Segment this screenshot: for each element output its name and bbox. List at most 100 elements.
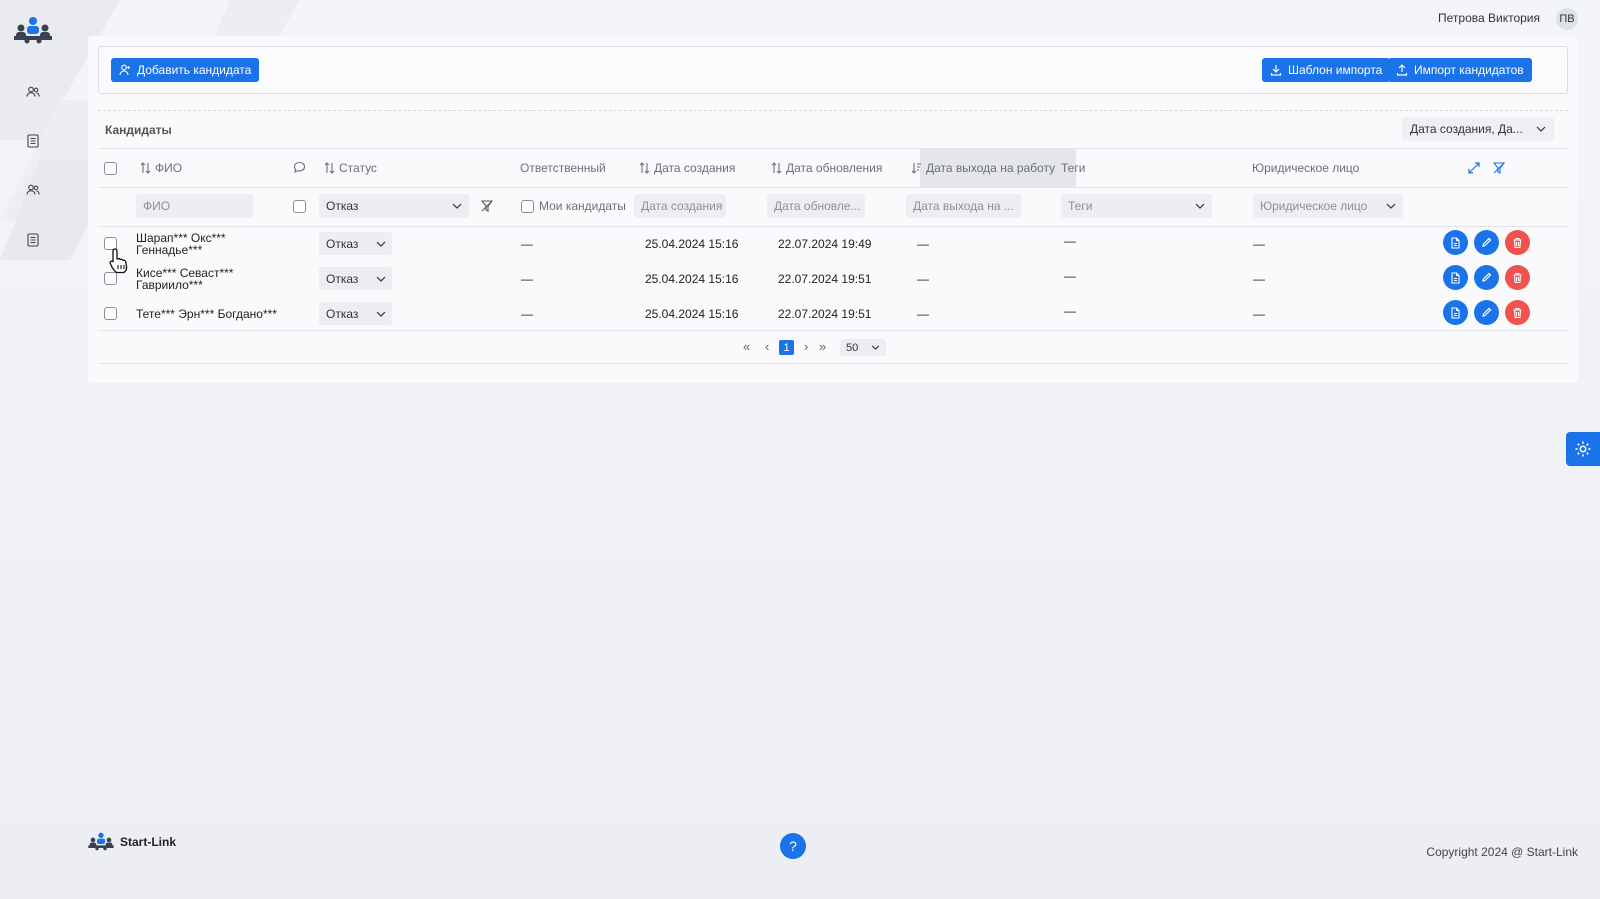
column-header-created[interactable]: Дата создания [639,160,735,176]
open-resume-button[interactable] [1443,230,1468,255]
candidate-name-line1[interactable]: Тете*** Эрн*** Богдано*** [136,308,277,320]
trash-icon [1513,237,1522,248]
chevron-down-icon [1386,203,1396,209]
legal-entity-filter-placeholder: Юридическое лицо [1260,199,1368,213]
row-checkbox[interactable] [104,307,117,320]
settings-button[interactable] [1566,432,1600,466]
current-page[interactable]: 1 [779,340,794,355]
chevron-down-icon [376,311,386,317]
edit-pencil-icon [1482,307,1492,317]
edit-pencil-icon [1482,237,1492,247]
document-icon[interactable] [23,131,43,151]
column-header-start-date-label: Дата выхода на работу [926,161,1056,175]
users-icon[interactable] [23,180,43,200]
row-responsible: — [521,307,533,321]
page-size-value: 50 [846,341,859,354]
row-start-date: — [917,237,929,251]
row-legal-entity: — [1253,307,1265,321]
row-status-select[interactable]: Отказ [319,232,392,255]
tags-filter-placeholder: Теги [1068,199,1093,213]
candidate-name-line2[interactable]: Гавриило*** [136,279,203,291]
file-icon [1451,271,1460,284]
collapse-columns-icon[interactable] [1468,160,1480,176]
help-button[interactable]: ? [780,833,806,859]
avatar[interactable]: ПВ [1556,8,1578,30]
clear-filter-icon[interactable] [481,198,493,214]
chevron-down-icon [871,345,880,350]
clear-filter-icon[interactable] [1493,160,1505,176]
start-date-filter-input[interactable]: Дата выхода на ... [906,194,1021,218]
row-status-select[interactable]: Отказ [319,267,392,290]
sort-select[interactable]: Дата создания, Да... [1402,117,1554,141]
user-name[interactable]: Петрова Виктория [1438,11,1540,25]
legal-entity-filter-select[interactable]: Юридическое лицо [1253,194,1403,218]
comment-icon[interactable] [293,159,306,175]
edit-pencil-icon [1482,272,1492,282]
edit-button[interactable] [1474,300,1499,325]
import-candidates-button[interactable]: Импорт кандидатов [1388,58,1532,82]
column-header-start-date[interactable]: Дата выхода на работу [911,160,1055,176]
updated-filter-input[interactable]: Дата обновле... [767,194,865,218]
row-created: 25.04.2024 15:16 [645,237,739,251]
first-page-button[interactable]: « [743,339,750,354]
row-legal-entity: — [1253,237,1265,251]
row-tags: — [1064,304,1076,318]
tags-filter-select[interactable]: Теги [1061,194,1212,218]
import-candidates-label: Импорт кандидатов [1414,63,1524,77]
copyright: Copyright 2024 @ Start-Link [1426,845,1578,859]
app-logo[interactable] [14,16,52,46]
status-filter-value: Отказ [326,199,359,213]
sort-icon [771,162,782,174]
chevron-down-icon [376,241,386,247]
document-icon[interactable] [23,230,43,250]
column-header-status[interactable]: Статус [324,160,377,176]
header-divider [98,187,1568,188]
column-header-updated[interactable]: Дата обновления [771,160,882,176]
delete-button[interactable] [1505,230,1530,255]
footer-logo[interactable]: Start-Link [88,832,176,852]
column-header-fio-label: ФИО [155,161,183,175]
sort-descending-icon [911,163,921,174]
created-filter-input[interactable]: Дата создания [634,194,726,218]
import-template-label: Шаблон импорта [1288,63,1383,77]
last-page-button[interactable]: » [819,339,826,354]
row-status-value: Отказ [326,271,359,286]
sort-icon [140,162,151,174]
row-status-select[interactable]: Отказ [319,302,392,325]
chevron-down-icon [1536,126,1546,132]
delete-button[interactable] [1505,300,1530,325]
edit-button[interactable] [1474,265,1499,290]
row-status-value: Отказ [326,306,359,321]
chevron-down-icon [1195,203,1205,209]
add-candidate-button[interactable]: Добавить кандидата [111,58,260,82]
row-tags: — [1064,269,1076,283]
trash-icon [1513,307,1522,318]
my-candidates-checkbox[interactable] [521,200,534,213]
row-start-date: — [917,272,929,286]
pagination-divider [98,363,1568,364]
open-resume-button[interactable] [1443,300,1468,325]
filter-divider [98,226,1568,227]
delete-button[interactable] [1505,265,1530,290]
candidate-name-line2[interactable]: Геннадье*** [136,244,202,256]
mouse-pointer-icon [108,246,132,277]
users-icon[interactable] [23,82,43,102]
row-updated: 22.07.2024 19:49 [778,237,872,251]
column-header-fio[interactable]: ФИО [140,160,182,176]
status-filter-select[interactable]: Отказ [319,194,469,218]
row-updated: 22.07.2024 19:51 [778,272,872,286]
next-page-button[interactable]: › [804,339,808,354]
candidates-card: Добавить кандидата Шаблон импорта Импорт… [88,36,1578,383]
select-all-checkbox[interactable] [104,162,117,175]
section-title: Кандидаты [105,123,172,137]
page-size-select[interactable]: 50 [840,339,886,356]
prev-page-button[interactable]: ‹ [765,339,769,354]
column-header-responsible-label: Ответственный [520,161,606,175]
fio-filter-input[interactable]: ФИО [136,194,253,218]
import-template-button[interactable]: Шаблон импорта [1262,58,1391,82]
column-header-tags: Теги [1061,160,1085,176]
comment-filter-checkbox[interactable] [293,200,306,213]
edit-button[interactable] [1474,230,1499,255]
open-resume-button[interactable] [1443,265,1468,290]
row-tags: — [1064,234,1076,248]
